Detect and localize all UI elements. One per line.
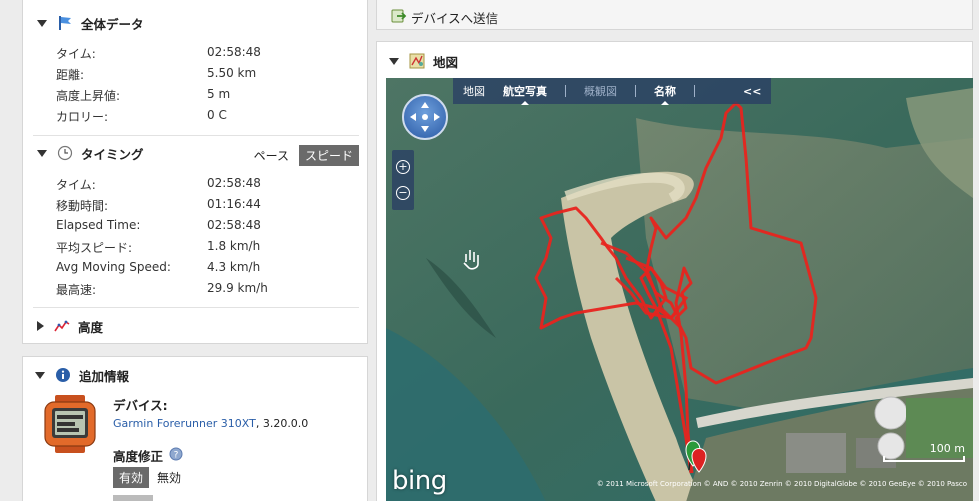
summary-row: カロリー: 0 C [56,108,356,128]
elevation-section-header[interactable]: 高度 [37,316,103,336]
stat-value: 5 m [207,87,231,101]
scale-bar [883,456,965,462]
stat-value: 02:58:48 [207,176,261,190]
svg-text:?: ? [174,451,179,461]
stat-value: 02:58:48 [207,45,261,59]
timing-row: 平均スピード: 1.8 km/h [56,239,356,259]
elev-correction-label: 高度修正 [113,449,164,464]
timing-title: タイミング [81,146,144,162]
map-view-switcher: 地図 航空写真 概観図 名称 << [453,78,772,105]
collapse-triangle-icon[interactable] [37,19,47,27]
device-label: デバイス: [113,398,168,413]
pace-speed-toggle: ペース スピード [248,145,359,166]
zoom-in-icon[interactable]: + [396,160,410,174]
device-version: , 3.20.0.0 [255,417,309,430]
timing-row: タイム: 02:58:48 [56,176,356,196]
map-nav-collapse[interactable]: << [743,85,761,98]
zoom-control: + − [392,150,414,210]
info-icon [55,367,71,383]
clock-icon [57,145,73,161]
map-panel: 地図 地図 航空写真 概観図 名称 << + − 100 m © 2011 Mi… [376,41,973,501]
device-info: Garmin Forerunner 310XT, 3.20.0.0 [113,417,308,430]
bing-logo: bing [392,466,447,496]
map-canvas[interactable]: 地図 航空写真 概観図 名称 << + − 100 m © 2011 Micro… [386,78,973,501]
stat-value: 01:16:44 [207,197,261,211]
aerial-imagery [386,78,973,501]
stat-label: 高度上昇値: [56,89,121,103]
speed-toggle[interactable]: スピード [298,145,359,166]
stat-label: 距離: [56,68,85,82]
pace-toggle[interactable]: ペース [248,145,295,166]
summary-row: 高度上昇値: 5 m [56,87,356,107]
stat-value: 02:58:48 [207,218,261,232]
summary-section-header[interactable]: 全体データ [37,13,144,33]
map-section-header[interactable]: 地図 [389,51,458,71]
send-device-icon [391,8,407,27]
cut-off-label [113,495,153,501]
zoom-out-icon[interactable]: − [396,186,410,200]
device-link[interactable]: Garmin Forerunner 310XT [113,417,256,430]
timing-row: 移動時間: 01:16:44 [56,197,356,217]
extra-section-header[interactable]: 追加情報 [35,365,129,385]
elev-correction-toggle: 有効 無効 [113,467,187,488]
stat-label: 平均スピード: [56,241,133,255]
enabled-toggle[interactable]: 有効 [113,467,150,488]
timing-section-header[interactable]: タイミング [37,143,144,163]
map-tab-aerial[interactable]: 航空写真 [503,83,547,105]
section-divider [33,307,359,308]
pan-compass[interactable] [402,94,448,140]
collapse-triangle-icon[interactable] [37,149,47,157]
elevation-chart-icon [54,318,70,334]
stat-label: Avg Moving Speed: [56,260,171,274]
elev-correction: 高度修正 ? [113,446,183,465]
scale-label: 100 m [929,442,965,455]
help-icon[interactable]: ? [169,447,183,464]
map-icon [409,53,425,69]
flag-icon [57,15,73,31]
map-title: 地図 [433,54,459,70]
device-watch-image [41,395,99,453]
stat-label: タイム: [56,178,96,192]
summary-row: 距離: 5.50 km [56,66,356,86]
extra-title: 追加情報 [79,368,130,384]
stat-label: カロリー: [56,110,109,124]
map-tab-road[interactable]: 地図 [463,83,485,99]
map-tab-separator [635,85,636,97]
expand-triangle-icon[interactable] [37,321,44,331]
stat-value: 29.9 km/h [207,281,268,295]
timing-row: Elapsed Time: 02:58:48 [56,218,356,238]
stat-label: 移動時間: [56,199,109,213]
map-tab-separator [565,85,566,97]
stat-label: タイム: [56,47,96,61]
disabled-toggle[interactable]: 無効 [157,467,187,488]
section-divider [33,135,359,136]
activity-stats-panel: 全体データ タイム: 02:58:48 距離: 5.50 km 高度上昇値: 5 m … [22,0,368,344]
map-tab-labels[interactable]: 名称 [654,83,676,105]
map-scale: 100 m [883,442,965,462]
map-tab-birdseye[interactable]: 概観図 [584,83,617,99]
pan-arrows-icon [410,102,440,132]
elevation-title: 高度 [78,319,104,335]
send-to-device-label: デバイスへ送信 [411,11,499,26]
map-tab-separator [694,85,695,97]
stat-label: Elapsed Time: [56,218,141,232]
map-copyright: © 2011 Microsoft Corporation © AND © 201… [596,480,967,488]
stat-value: 5.50 km [207,66,257,80]
collapse-triangle-icon[interactable] [389,57,399,65]
timing-row: 最高速: 29.9 km/h [56,281,356,301]
summary-title: 全体データ [81,16,144,32]
stat-value: 1.8 km/h [207,239,261,253]
stat-value: 4.3 km/h [207,260,261,274]
timing-row: Avg Moving Speed: 4.3 km/h [56,260,356,280]
collapse-triangle-icon[interactable] [35,371,45,379]
send-to-device-bar[interactable]: デバイスへ送信 [376,0,973,30]
stat-label: 最高速: [56,283,97,297]
stat-value: 0 C [207,108,227,122]
extra-info-panel: 追加情報 デバイス: Garmin Forerunner 310XT, 3.20… [22,356,368,501]
summary-row: タイム: 02:58:48 [56,45,356,65]
